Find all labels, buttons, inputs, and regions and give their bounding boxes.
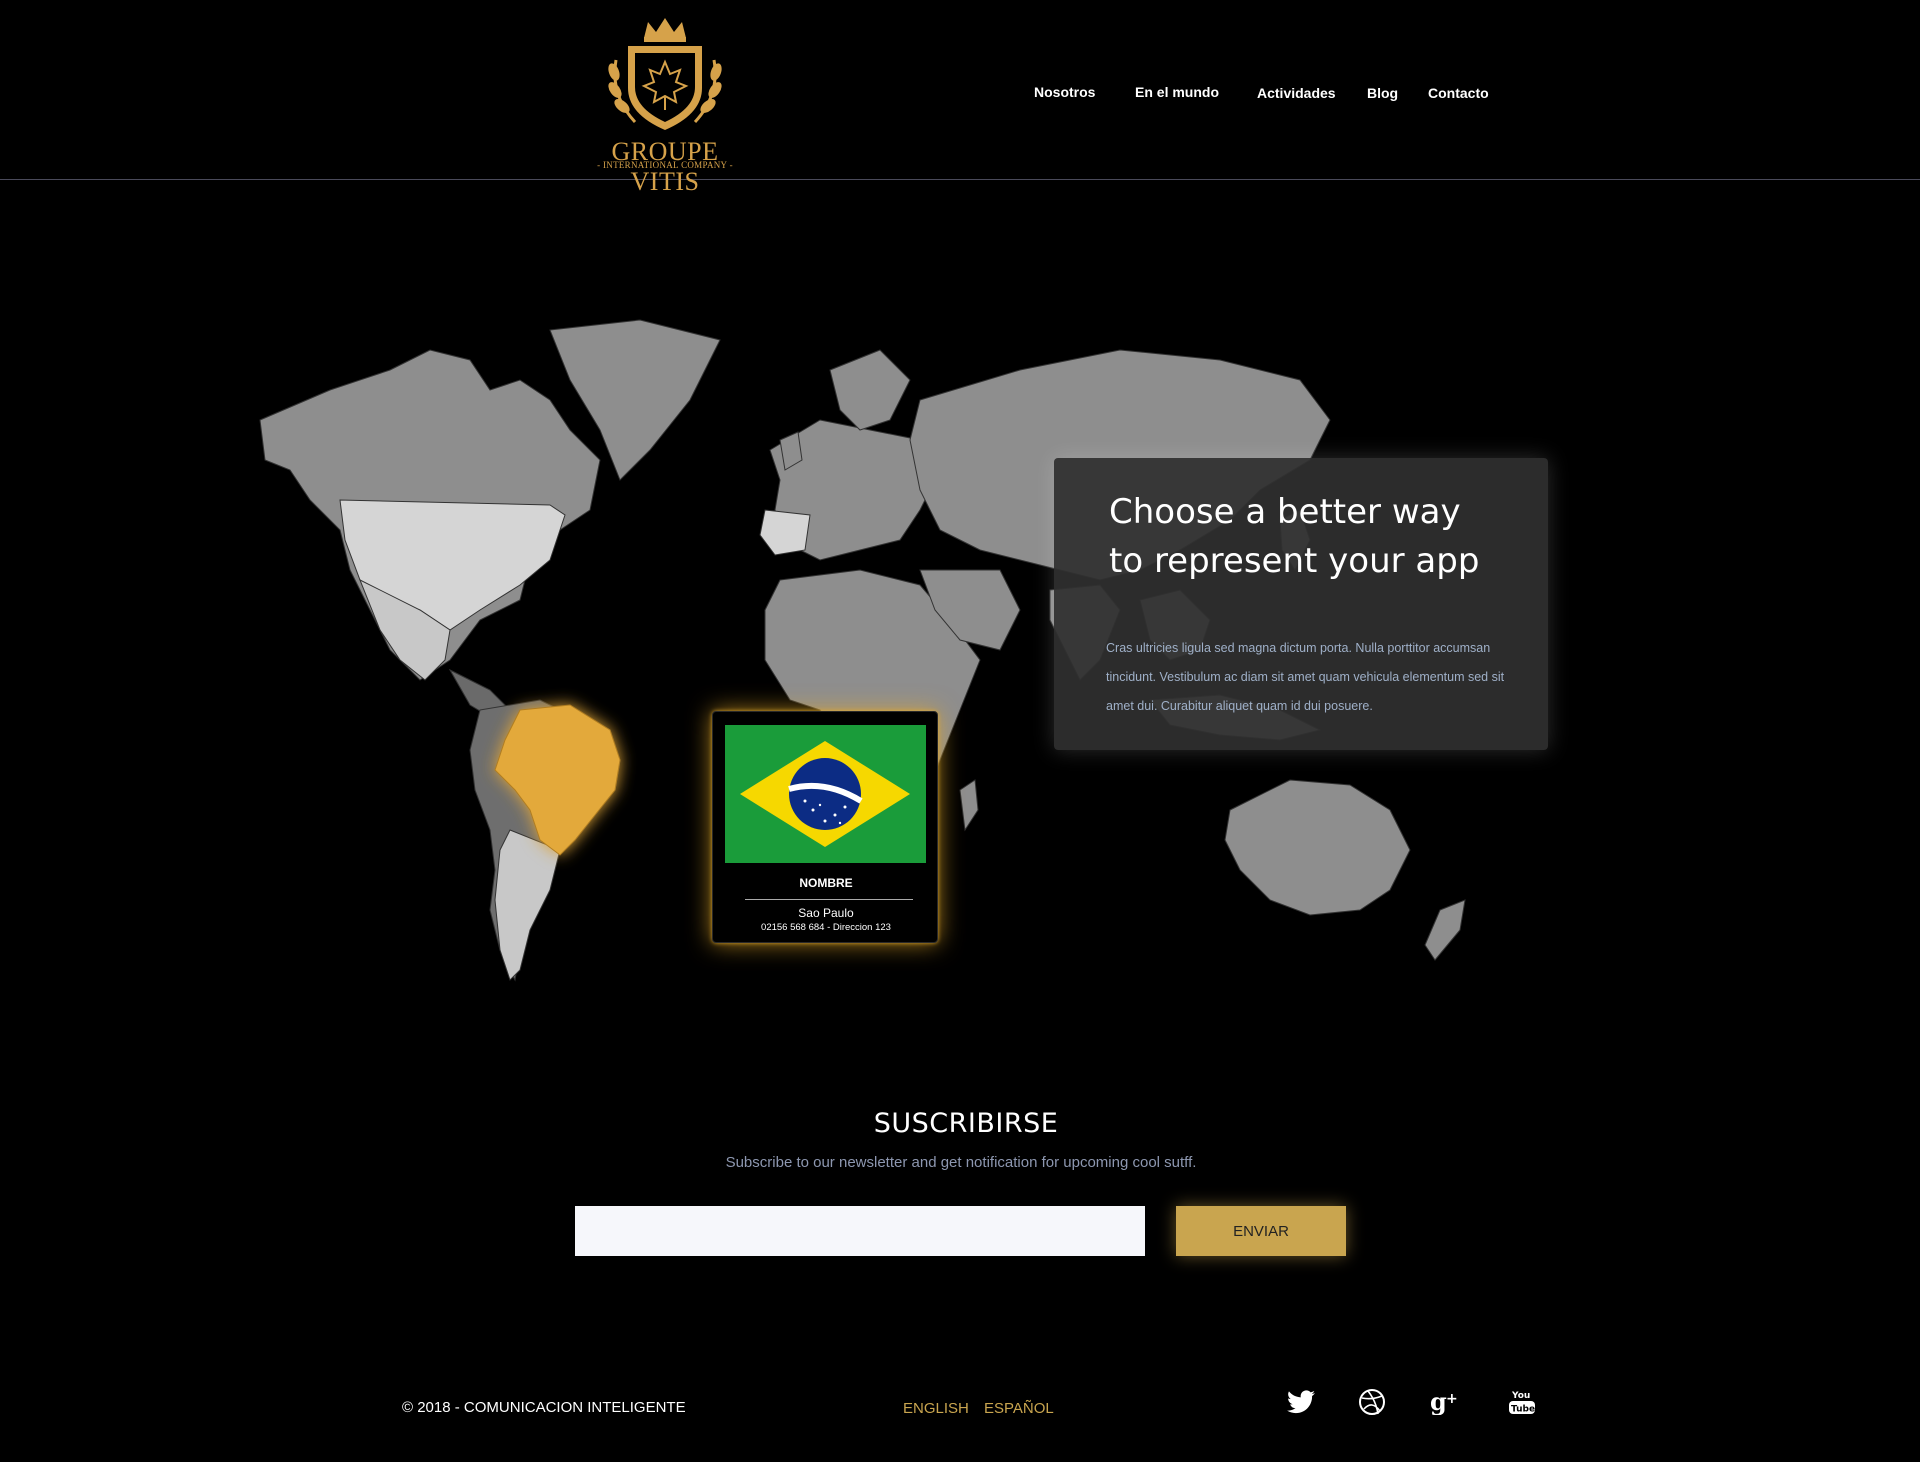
lang-espanol-link[interactable]: ESPAÑOL xyxy=(984,1400,1054,1417)
lang-english-link[interactable]: ENGLISH xyxy=(903,1400,969,1417)
info-card-body: Cras ultricies ligula sed magna dictum p… xyxy=(1106,641,1505,713)
info-card-title: Choose a better way to represent your ap… xyxy=(1109,492,1480,581)
brand-tagline: - INTERNATIONAL COMPANY - xyxy=(597,160,733,170)
nav-item-nosotros[interactable]: Nosotros xyxy=(1034,84,1095,100)
country-popup: NOMBRE Sao Paulo 02156 568 684 - Direcci… xyxy=(712,711,938,943)
subscribe-title: SUSCRIBIRSE xyxy=(873,1108,1059,1139)
nav-item-blog[interactable]: Blog xyxy=(1367,85,1398,101)
google-plus-icon[interactable]: g + xyxy=(1429,1386,1461,1418)
site-header: GROUPE VITIS - INTERNATIONAL COMPANY - N… xyxy=(0,0,1920,196)
nav-item-en-el-mundo[interactable]: En el mundo xyxy=(1135,84,1219,100)
nav-item-actividades[interactable]: Actividades xyxy=(1257,85,1336,101)
send-button[interactable]: ENVIAR xyxy=(1176,1206,1346,1256)
svg-text:Tube: Tube xyxy=(1511,1405,1535,1415)
popup-divider xyxy=(745,899,913,900)
map-australia xyxy=(1224,779,1411,916)
youtube-icon[interactable]: You Tube xyxy=(1506,1386,1538,1418)
brand-logo[interactable]: GROUPE VITIS - INTERNATIONAL COMPANY - xyxy=(580,10,750,196)
svg-text:+: + xyxy=(1446,1391,1458,1407)
dribbble-icon[interactable] xyxy=(1356,1386,1388,1418)
twitter-icon[interactable] xyxy=(1285,1386,1317,1418)
svg-text:g: g xyxy=(1430,1389,1447,1415)
subscribe-subtitle: Subscribe to our newsletter and get noti… xyxy=(725,1154,1197,1171)
svg-text:You: You xyxy=(1511,1391,1530,1401)
email-field[interactable] xyxy=(575,1206,1145,1256)
popup-name-label: NOMBRE xyxy=(799,876,853,890)
crest-icon xyxy=(608,18,722,130)
footer-copyright: © 2018 - COMUNICACION INTELIGENTE xyxy=(402,1399,686,1416)
popup-detail: 02156 568 684 - Direccion 123 xyxy=(761,922,891,933)
nav-item-contacto[interactable]: Contacto xyxy=(1428,85,1489,101)
brazil-flag-icon xyxy=(725,725,926,863)
info-card: Choose a better way to represent your ap… xyxy=(1054,458,1548,750)
popup-city: Sao Paulo xyxy=(798,906,854,920)
map-argentina-chile xyxy=(494,829,561,981)
